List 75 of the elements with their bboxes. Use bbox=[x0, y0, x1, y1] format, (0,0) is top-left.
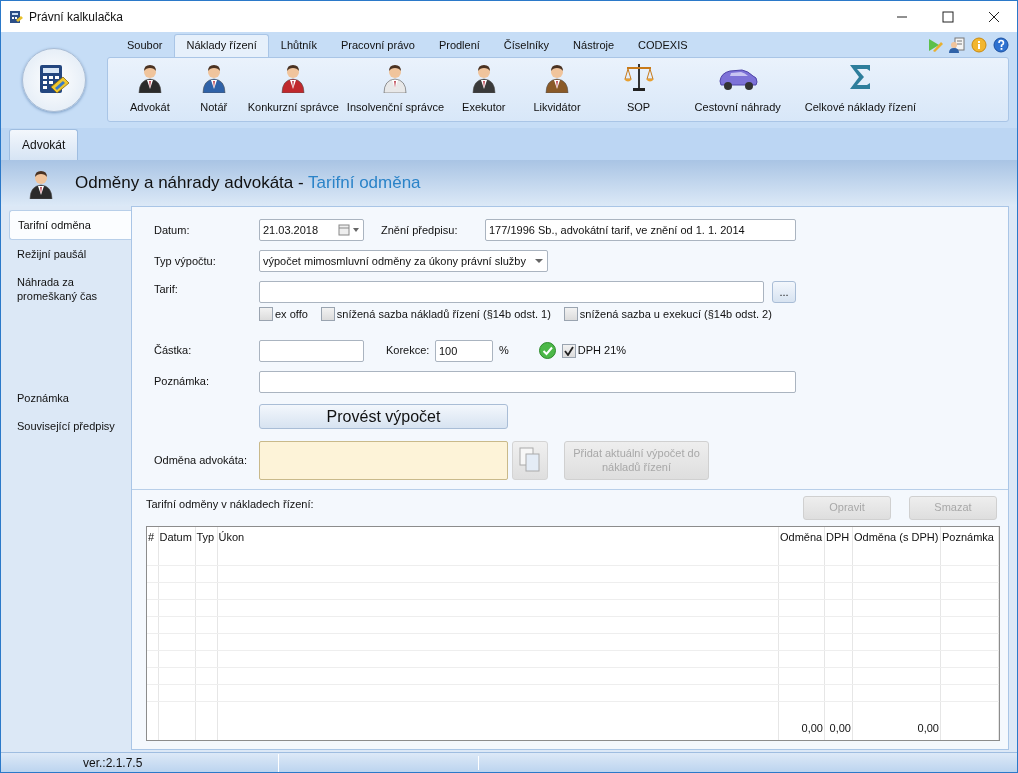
page-subtitle: Tarifní odměna bbox=[308, 173, 421, 193]
user-document-icon[interactable] bbox=[949, 37, 965, 53]
calendar-icon[interactable] bbox=[338, 224, 360, 236]
info-icon[interactable] bbox=[971, 37, 987, 53]
ribbon-button[interactable]: Exekutor bbox=[450, 60, 518, 115]
ribbon-tab[interactable]: Nástroje bbox=[561, 34, 627, 57]
field-label: Znění předpisu: bbox=[381, 222, 459, 238]
copy-button[interactable] bbox=[512, 440, 548, 480]
checkbox[interactable]: snížená sazba u exekucí (§14b odst. 2) bbox=[563, 306, 772, 323]
input-field[interactable]: 177/1996 Sb., advokátní tarif, ve znění od 1. 1. 2014 bbox=[485, 219, 796, 241]
ribbon-tab[interactable]: Náklady řízení bbox=[174, 34, 269, 57]
nav-item[interactable]: Režijní paušál bbox=[9, 240, 131, 268]
section-title: Tarifní odměny v nákladech řízení: bbox=[146, 496, 314, 512]
column-header[interactable]: Datum bbox=[159, 531, 192, 544]
field-label: Poznámka: bbox=[154, 374, 211, 390]
close-icon[interactable] bbox=[988, 10, 1000, 23]
column-header[interactable]: DPH bbox=[826, 531, 850, 544]
field-label: Typ výpočtu: bbox=[154, 253, 217, 269]
ribbon-tab[interactable]: Pracovní právo bbox=[328, 34, 427, 57]
app-menu-button[interactable] bbox=[22, 48, 86, 112]
app-icon bbox=[9, 9, 23, 24]
ribbon-tab[interactable]: Číselníky bbox=[491, 34, 562, 57]
ribbon-button[interactable]: Advokát bbox=[118, 60, 182, 115]
nav-item[interactable]: Související předpisy bbox=[9, 412, 131, 440]
ribbon-button[interactable]: Konkurzní správce bbox=[245, 60, 341, 115]
ribbon-button[interactable]: Notář bbox=[185, 60, 242, 115]
checkbox[interactable]: ex offo bbox=[259, 306, 308, 323]
nav-item[interactable]: Tarifní odměna bbox=[9, 210, 131, 240]
input-field[interactable] bbox=[259, 281, 764, 303]
input-field[interactable] bbox=[259, 370, 796, 393]
ribbon-button[interactable]: Likvidátor bbox=[521, 60, 593, 115]
checkbox[interactable]: snížená sazba nákladů řízení (§14b odst. 1) bbox=[320, 306, 551, 323]
page-title: Odměny a náhrady advokáta - bbox=[75, 173, 304, 193]
column-header[interactable]: Odměna (s DPH) bbox=[854, 531, 939, 544]
ribbon-button[interactable]: Cestovní náhrady bbox=[684, 60, 791, 115]
field-label: Korekce: bbox=[386, 343, 431, 359]
unit-label: % bbox=[499, 343, 509, 359]
date-picker[interactable]: 21.03.2018 bbox=[259, 219, 364, 241]
browse-button[interactable]: ... bbox=[772, 281, 796, 303]
ribbon-tab[interactable]: Soubor bbox=[115, 34, 175, 57]
column-header[interactable]: Úkon bbox=[218, 531, 245, 544]
copy-icon bbox=[519, 447, 541, 473]
document-tab[interactable]: Advokát bbox=[9, 129, 79, 160]
ribbon-tab[interactable]: Lhůtník bbox=[268, 34, 329, 57]
column-header[interactable]: Typ bbox=[196, 531, 215, 544]
nav-item[interactable]: Náhrada za promeškaný čas bbox=[9, 268, 131, 310]
dropdown[interactable]: výpočet mimosmluvní odměny za úkony právní služby bbox=[259, 250, 548, 272]
column-header[interactable]: Poznámka bbox=[942, 531, 994, 544]
column-header[interactable]: Odměna bbox=[780, 531, 823, 544]
field-label: Odměna advokáta: bbox=[154, 452, 248, 468]
ribbon-button[interactable]: Celkové náklady řízení bbox=[794, 60, 927, 115]
total-value: 0,00 bbox=[829, 721, 851, 734]
version-label: ver.:2.1.7.5 bbox=[83, 755, 143, 770]
field-label: Datum: bbox=[154, 222, 191, 238]
field-label: Částka: bbox=[154, 343, 193, 359]
edit-icon[interactable] bbox=[927, 37, 943, 53]
column-header[interactable]: # bbox=[148, 531, 155, 544]
ribbon-button[interactable]: SOP bbox=[596, 60, 681, 115]
ribbon-tab[interactable]: Prodlení bbox=[426, 34, 492, 57]
field-label: Tarif: bbox=[154, 282, 179, 297]
ribbon-tab[interactable]: CODEXIS bbox=[626, 34, 700, 57]
input-field[interactable] bbox=[259, 339, 364, 362]
check-icon bbox=[563, 345, 574, 356]
total-value: 0,00 bbox=[917, 721, 939, 734]
nav-item[interactable]: Poznámka bbox=[9, 384, 131, 412]
maximize-icon[interactable] bbox=[942, 10, 954, 23]
ribbon-button[interactable]: Insolvenční správce bbox=[344, 60, 447, 115]
dropdown-arrow-icon bbox=[534, 258, 544, 264]
help-icon[interactable] bbox=[993, 37, 1009, 53]
total-value: 0,00 bbox=[801, 721, 823, 734]
input-field[interactable]: 100 bbox=[435, 339, 493, 362]
window-title: Právní kalkulačka bbox=[29, 8, 124, 26]
check-circle-icon bbox=[538, 342, 556, 359]
calculate-button[interactable]: Provést výpočet bbox=[259, 403, 508, 429]
checkbox[interactable]: DPH 21% bbox=[561, 342, 627, 359]
